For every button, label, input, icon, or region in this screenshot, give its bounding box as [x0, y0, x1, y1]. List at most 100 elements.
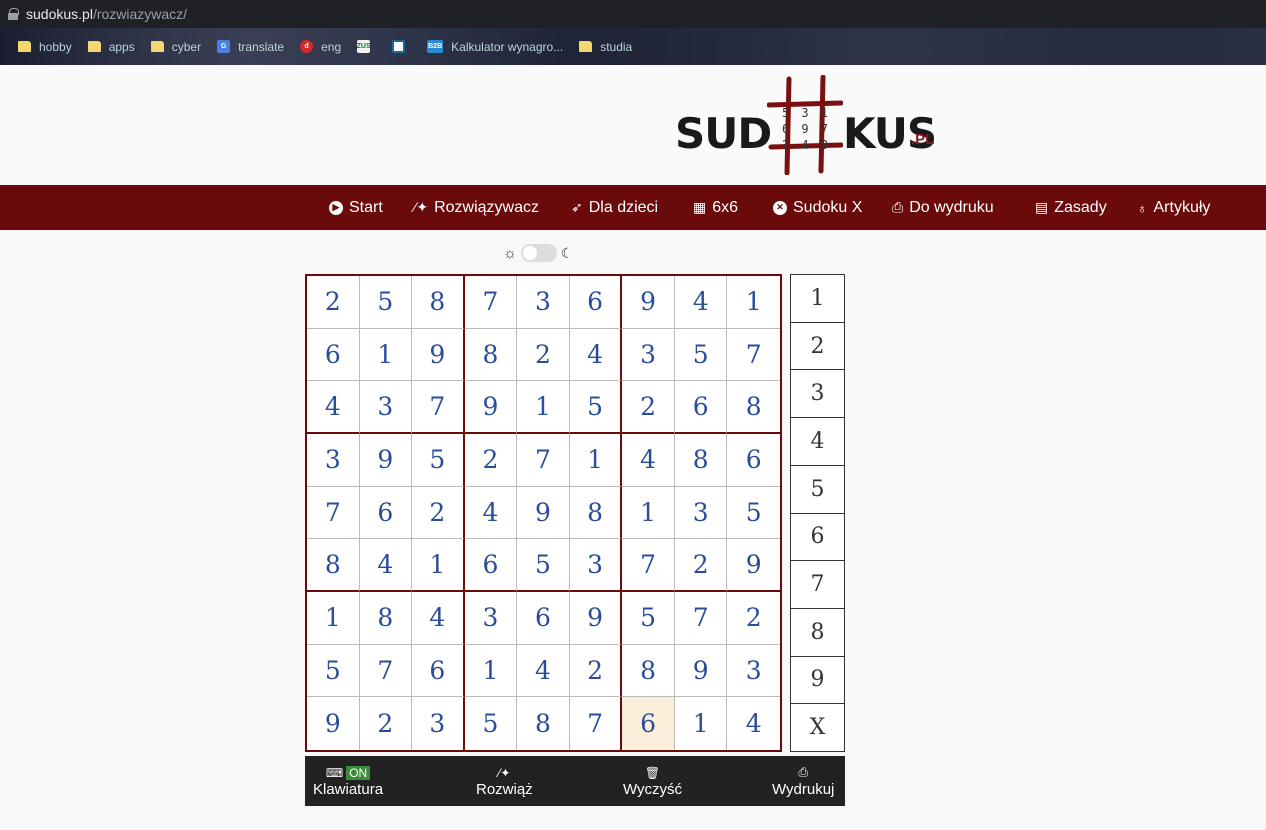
sudoku-cell-r5c2[interactable]: 6 — [359, 486, 413, 540]
numpad-2[interactable]: 2 — [791, 323, 844, 371]
sudoku-cell-r8c3[interactable]: 6 — [412, 644, 465, 698]
numpad-1[interactable]: 1 — [791, 275, 844, 323]
sudoku-cell-r4c4[interactable]: 2 — [464, 434, 518, 487]
nav-rozwiazywacz[interactable]: ⁄✦ Rozwiązywacz — [414, 185, 539, 230]
sudoku-cell-r7c2[interactable]: 8 — [359, 592, 413, 645]
sudoku-cell-r7c8[interactable]: 7 — [674, 592, 728, 645]
sudoku-cell-r9c6[interactable]: 7 — [570, 697, 623, 750]
sudoku-cell-r5c4[interactable]: 4 — [464, 486, 518, 540]
bookmark-zus[interactable]: ZUS — [357, 40, 378, 53]
address-bar[interactable]: sudokus.pl/rozwiazywacz/ — [0, 0, 1266, 28]
sudoku-cell-r6c3[interactable]: 1 — [412, 539, 465, 592]
nav-dla-dzieci[interactable]: ➶ Dla dzieci — [571, 185, 658, 230]
sudoku-cell-r4c8[interactable]: 8 — [674, 434, 728, 487]
url-text[interactable]: sudokus.pl/rozwiazywacz/ — [26, 6, 187, 22]
sudoku-cell-r1c8[interactable]: 4 — [674, 276, 728, 329]
sudoku-cell-r1c6[interactable]: 6 — [569, 276, 623, 329]
bookmark-grid-app[interactable] — [392, 40, 413, 53]
numpad-3[interactable]: 3 — [791, 370, 844, 419]
sudoku-cell-r4c3[interactable]: 5 — [412, 434, 465, 487]
sudoku-cell-r3c7[interactable]: 2 — [622, 381, 675, 434]
sudoku-cell-r2c3[interactable]: 9 — [412, 328, 465, 382]
print-button[interactable]: ⎙ Wydrukuj — [772, 756, 834, 806]
sudoku-cell-r6c7[interactable]: 7 — [622, 539, 675, 592]
sudoku-cell-r8c8[interactable]: 9 — [674, 644, 728, 698]
sudoku-cell-r4c5[interactable]: 7 — [517, 434, 570, 487]
numpad-7[interactable]: 7 — [791, 561, 844, 609]
numpad-9[interactable]: 9 — [791, 657, 844, 705]
sudoku-cell-r5c9[interactable]: 5 — [727, 487, 780, 540]
sudoku-cell-r1c9[interactable]: 1 — [727, 276, 780, 329]
sudoku-cell-r8c7[interactable]: 8 — [622, 644, 675, 698]
sudoku-cell-r1c1[interactable]: 2 — [307, 276, 360, 329]
sudoku-cell-r5c8[interactable]: 3 — [674, 486, 728, 540]
sudoku-cell-r8c4[interactable]: 1 — [464, 644, 518, 698]
nav-6x6[interactable]: ▦ 6x6 — [693, 185, 738, 230]
sudoku-cell-r7c5[interactable]: 6 — [517, 592, 570, 645]
sudoku-cell-r3c3[interactable]: 7 — [412, 381, 465, 434]
numpad-6[interactable]: 6 — [791, 514, 844, 562]
keyboard-button[interactable]: ⌨ ON Klawiatura — [313, 756, 383, 806]
sudoku-cell-r7c1[interactable]: 1 — [307, 592, 360, 645]
bookmark-translate[interactable]: Gtranslate — [217, 40, 284, 54]
sudoku-cell-r9c3[interactable]: 3 — [412, 697, 465, 750]
sudoku-cell-r6c2[interactable]: 4 — [359, 539, 413, 592]
sudoku-cell-r4c1[interactable]: 3 — [307, 434, 360, 487]
clear-button[interactable]: 🗑 Wyczyść — [623, 756, 682, 806]
sudoku-cell-r7c4[interactable]: 3 — [464, 592, 518, 645]
sudoku-cell-r9c8[interactable]: 1 — [675, 697, 728, 750]
sudoku-cell-r1c7[interactable]: 9 — [622, 276, 675, 329]
numpad-8[interactable]: 8 — [791, 609, 844, 657]
sudoku-cell-r2c1[interactable]: 6 — [307, 328, 360, 382]
sudoku-cell-r2c6[interactable]: 4 — [569, 328, 623, 382]
numpad-4[interactable]: 4 — [791, 418, 844, 466]
sudoku-cell-r7c3[interactable]: 4 — [412, 592, 465, 645]
sudoku-cell-r1c5[interactable]: 3 — [517, 276, 570, 329]
sudoku-cell-r2c9[interactable]: 7 — [727, 329, 780, 382]
sudoku-cell-r6c4[interactable]: 6 — [464, 539, 518, 592]
sudoku-cell-r8c6[interactable]: 2 — [569, 644, 623, 698]
sudoku-cell-r5c6[interactable]: 8 — [569, 486, 623, 540]
sudoku-cell-r7c6[interactable]: 9 — [569, 592, 623, 645]
sudoku-cell-r2c2[interactable]: 1 — [359, 328, 413, 382]
solve-button[interactable]: ⁄✦ Rozwiąż — [476, 756, 533, 806]
nav-sudoku-x[interactable]: ✕ Sudoku X — [773, 185, 862, 230]
sudoku-cell-r3c6[interactable]: 5 — [569, 381, 623, 434]
sudoku-cell-r7c7[interactable]: 5 — [622, 592, 675, 645]
sudoku-cell-r9c9[interactable]: 4 — [727, 697, 780, 750]
sudoku-cell-r7c9[interactable]: 2 — [727, 592, 780, 645]
bookmark-studia[interactable]: studia — [579, 40, 632, 54]
sudoku-cell-r5c1[interactable]: 7 — [307, 486, 360, 540]
sudoku-cell-r1c3[interactable]: 8 — [412, 276, 465, 329]
sudoku-cell-r6c6[interactable]: 3 — [569, 539, 623, 592]
sudoku-cell-r3c9[interactable]: 8 — [727, 381, 780, 434]
sudoku-cell-r3c4[interactable]: 9 — [464, 381, 518, 434]
bookmark-apps[interactable]: apps — [87, 40, 135, 54]
sudoku-cell-r5c7[interactable]: 1 — [622, 486, 675, 540]
nav-artykuly[interactable]: ♁ Artykuły — [1137, 185, 1210, 230]
theme-toggle[interactable]: ☼ ☾ — [503, 244, 573, 262]
sudoku-cell-r5c5[interactable]: 9 — [517, 486, 570, 540]
sudoku-cell-r2c8[interactable]: 5 — [674, 328, 728, 382]
sudoku-cell-r9c4[interactable]: 5 — [465, 697, 518, 750]
nav-start[interactable]: ▶ Start — [329, 185, 383, 230]
sudoku-cell-r6c9[interactable]: 9 — [727, 539, 780, 592]
numpad-5[interactable]: 5 — [791, 466, 844, 514]
bookmark-kalkulator[interactable]: B2B Kalkulator wynagro... — [427, 40, 563, 54]
sudoku-cell-r4c6[interactable]: 1 — [569, 434, 623, 487]
sudoku-cell-r3c8[interactable]: 6 — [674, 381, 728, 434]
sudoku-cell-r6c8[interactable]: 2 — [674, 539, 728, 592]
sudoku-cell-r3c5[interactable]: 1 — [517, 381, 570, 434]
sudoku-cell-r8c1[interactable]: 5 — [307, 644, 360, 698]
bookmark-cyber[interactable]: cyber — [150, 40, 201, 54]
sudoku-cell-r4c2[interactable]: 9 — [359, 434, 413, 487]
sudoku-cell-r9c1[interactable]: 9 — [307, 697, 360, 750]
sudoku-cell-r8c5[interactable]: 4 — [517, 644, 570, 698]
sudoku-cell-r5c3[interactable]: 2 — [412, 486, 465, 540]
numpad-erase[interactable]: X — [791, 704, 844, 751]
sudoku-cell-r6c1[interactable]: 8 — [307, 539, 360, 592]
sudoku-cell-r2c7[interactable]: 3 — [622, 328, 675, 382]
sudoku-cell-r9c2[interactable]: 2 — [360, 697, 413, 750]
theme-switch[interactable] — [520, 244, 557, 262]
sudoku-cell-r8c9[interactable]: 3 — [727, 645, 780, 698]
